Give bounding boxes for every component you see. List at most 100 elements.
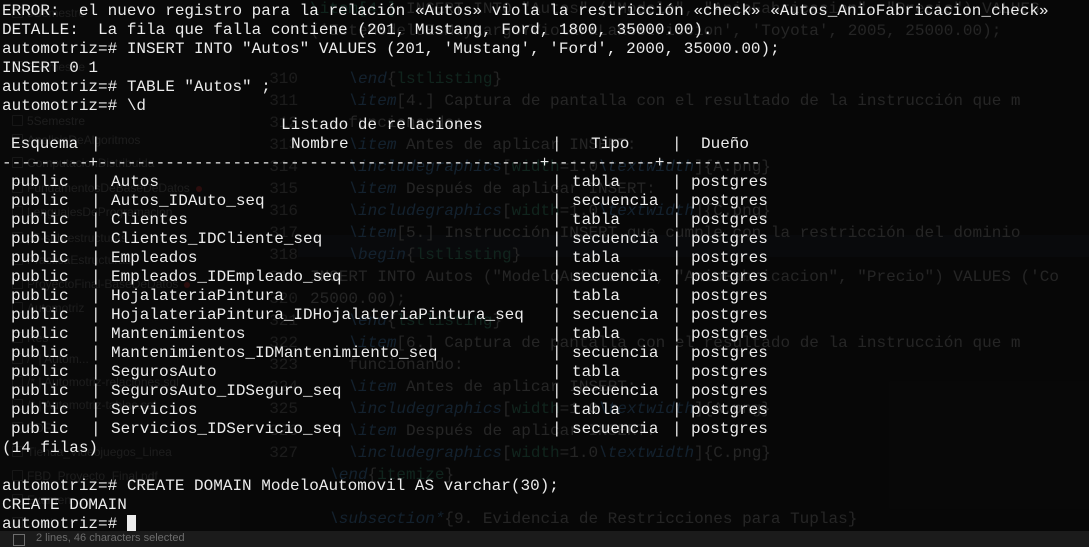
listing-title: Listado de relaciones (281, 116, 483, 134)
error-line: ERROR: el nuevo registro para la relació… (2, 2, 1049, 20)
panel-toggle-icon[interactable] (13, 534, 25, 546)
column-separator: | (672, 401, 682, 419)
column-header-name: Nombre (291, 135, 349, 153)
column-separator: | (672, 363, 682, 381)
command-line: automotriz=# CREATE DOMAIN ModeloAutomov… (2, 477, 559, 495)
column-separator: | (672, 344, 682, 362)
column-separator: | (672, 192, 682, 210)
column-separator: | (552, 363, 562, 381)
column-header-type: Tipo (591, 135, 630, 153)
cell-schema: public (11, 287, 69, 305)
column-separator: | (552, 306, 562, 324)
cell-schema: public (11, 325, 69, 343)
column-separator: | (91, 173, 101, 191)
cell-owner: postgres (691, 268, 768, 286)
column-separator: | (552, 230, 562, 248)
cell-owner: postgres (691, 230, 768, 248)
column-separator: | (91, 230, 101, 248)
cell-schema: public (11, 363, 69, 381)
column-separator: | (91, 344, 101, 362)
cell-type: tabla (572, 325, 621, 343)
column-separator: | (672, 382, 682, 400)
selection-status: 2 lines, 46 characters selected (36, 532, 185, 544)
column-separator: | (672, 249, 682, 267)
cell-owner: postgres (691, 211, 768, 229)
row-count: (14 filas) (2, 439, 99, 457)
column-separator: | (552, 420, 562, 438)
cell-schema: public (11, 211, 69, 229)
cell-name: Mantenimientos (111, 325, 246, 343)
detail-line: DETALLE: La fila que falla contiene (201… (2, 21, 713, 39)
cell-owner: postgres (691, 363, 768, 381)
cell-owner: postgres (691, 192, 768, 210)
cell-name: Servicios_IDServicio_seq (111, 420, 342, 438)
cell-type: secuencia (572, 382, 659, 400)
column-separator: | (91, 401, 101, 419)
column-separator: | (91, 325, 101, 343)
cell-type: tabla (572, 249, 621, 267)
column-separator: | (552, 192, 562, 210)
command-line: automotriz=# TABLE "Autos" ; (2, 78, 271, 96)
cell-name: SegurosAuto (111, 363, 217, 381)
column-separator: | (672, 287, 682, 305)
cell-owner: postgres (691, 382, 768, 400)
cell-owner: postgres (691, 287, 768, 305)
cell-owner: postgres (691, 420, 768, 438)
column-separator: | (552, 401, 562, 419)
text-cursor (126, 515, 136, 531)
cell-name: SegurosAuto_IDSeguro_seq (111, 382, 342, 400)
cell-type: secuencia (572, 268, 659, 286)
column-separator: | (672, 268, 682, 286)
column-separator: | (552, 382, 562, 400)
command-line: automotriz=# INSERT INTO "Autos" VALUES … (2, 40, 780, 58)
cell-schema: public (11, 420, 69, 438)
cell-schema: public (11, 173, 69, 191)
column-separator: | (672, 135, 682, 153)
column-separator: | (552, 344, 562, 362)
column-separator: | (672, 325, 682, 343)
command-line: automotriz=# \d (2, 97, 147, 115)
column-separator: | (672, 230, 682, 248)
cell-type: tabla (572, 287, 621, 305)
cell-schema: public (11, 249, 69, 267)
cell-schema: public (11, 268, 69, 286)
cell-owner: postgres (691, 173, 768, 191)
cell-type: tabla (572, 401, 621, 419)
cell-name: Clientes (111, 211, 188, 229)
column-separator: | (91, 211, 101, 229)
cell-type: secuencia (572, 344, 659, 362)
table-divider: ---------+------------------------------… (2, 154, 761, 172)
column-separator: | (552, 135, 562, 153)
cell-owner: postgres (691, 325, 768, 343)
cell-type: tabla (572, 173, 621, 191)
column-separator: | (552, 268, 562, 286)
column-separator: | (91, 249, 101, 267)
column-separator: | (672, 306, 682, 324)
cell-type: secuencia (572, 306, 659, 324)
cell-name: Autos_IDAuto_seq (111, 192, 265, 210)
column-separator: | (552, 173, 562, 191)
cell-name: Autos (111, 173, 160, 191)
column-separator: | (91, 268, 101, 286)
cell-schema: public (11, 192, 69, 210)
cell-type: tabla (572, 211, 621, 229)
cell-name: Empleados_IDEmpleado_seq (111, 268, 342, 286)
psql-terminal[interactable]: ERROR: el nuevo registro para la relació… (0, 0, 1089, 533)
cell-owner: postgres (691, 249, 768, 267)
cell-type: secuencia (572, 192, 659, 210)
cell-owner: postgres (691, 344, 768, 362)
cell-schema: public (11, 382, 69, 400)
cell-name: Empleados (111, 249, 198, 267)
cell-schema: public (11, 306, 69, 324)
cell-schema: public (11, 344, 69, 362)
cell-type: tabla (572, 363, 621, 381)
column-separator: | (552, 211, 562, 229)
cell-name: Mantenimientos_IDMantenimiento_seq (111, 344, 438, 362)
prompt-text: automotriz=# (2, 515, 127, 533)
column-separator: | (672, 211, 682, 229)
column-header-schema: Esquema (11, 135, 79, 153)
column-separator: | (91, 363, 101, 381)
prompt-line[interactable]: automotriz=# (2, 515, 136, 533)
column-header-owner: Dueño (701, 135, 750, 153)
cell-schema: public (11, 401, 69, 419)
